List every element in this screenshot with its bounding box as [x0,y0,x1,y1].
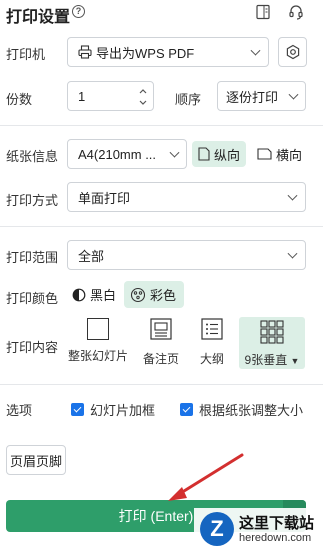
fit-paper-label: 根据纸张调整大小 [199,403,304,418]
content-label: 打印内容 [6,340,59,355]
divider [0,384,323,385]
fit-paper-checkbox[interactable]: 根据纸张调整大小 [180,400,303,419]
paper-select[interactable]: A4(210mm ... [67,139,187,169]
content-option-handout[interactable]: 9张垂直 ▼ [239,317,305,369]
header-footer-button[interactable]: 页眉页脚 [6,445,66,475]
watermark: Z 这里下载站 heredown.com [194,508,323,550]
checkbox-checked-icon[interactable] [71,403,84,416]
color-label: 打印颜色 [6,291,59,306]
printer-select[interactable]: 导出为WPS PDF [67,37,269,67]
content-option-label: 整张幻灯片 [68,349,129,363]
chevron-down-icon: ▼ [290,356,300,366]
color-color-option[interactable]: 彩色 [124,281,184,308]
landscape-label: 横向 [276,147,303,163]
orientation-landscape[interactable]: 横向 [251,141,308,167]
content-option-label: 备注页 [142,352,179,366]
options-label: 选项 [6,403,33,418]
order-value: 逐份打印 [226,89,279,105]
printer-settings-button[interactable] [278,37,307,67]
print-button-label: 打印 (Enter) [118,508,194,524]
content-option-notes[interactable]: 备注页 [139,318,183,367]
chevron-down-icon [287,190,298,201]
chevron-down-icon [169,147,180,158]
range-select[interactable]: 全部 [67,240,306,270]
color-option-label: 彩色 [150,288,177,303]
content-option-full-slide[interactable]: 整张幻灯片 [68,318,128,364]
copies-stepper[interactable]: 1 [67,81,154,111]
chevron-down-icon [250,45,261,56]
printer-value: 导出为WPS PDF [96,45,195,61]
bw-label: 黑白 [90,288,117,303]
chevron-down-icon [287,248,298,259]
mode-select[interactable]: 单面打印 [67,182,306,212]
range-value: 全部 [78,248,105,264]
watermark-logo-icon: Z [200,512,234,546]
document-icon[interactable] [255,4,271,20]
content-option-outline[interactable]: 大纲 [195,318,229,367]
chevron-down-icon [288,89,299,100]
watermark-url: heredown.com [239,532,312,544]
stepper-arrows-icon[interactable] [138,85,148,109]
landscape-page-icon [257,148,272,160]
checkbox-checked-icon[interactable] [180,403,193,416]
slide-icon [87,318,109,340]
paper-value: A4(210mm ... [78,146,157,162]
mode-label: 打印方式 [6,193,59,208]
orientation-portrait[interactable]: 纵向 [192,141,247,167]
headset-icon[interactable] [288,4,304,20]
help-icon[interactable]: ? [72,5,85,18]
color-bw-option[interactable]: 黑白 [66,281,122,308]
frame-slides-label: 幻灯片加框 [90,403,156,418]
divider [0,125,323,126]
paper-label: 纸张信息 [6,149,59,164]
content-option-label: 9张垂直 [244,353,288,367]
content-option-label: 大纲 [199,352,224,366]
watermark-name: 这里下载站 [239,515,315,532]
divider [0,226,323,227]
palette-icon [130,287,146,302]
order-select[interactable]: 逐份打印 [217,81,306,111]
notes-page-icon [150,318,172,340]
printer-icon [78,45,92,59]
hexagon-settings-icon [286,44,299,60]
portrait-page-icon [198,147,210,161]
page-title: 打印设置 [6,9,71,26]
annotation-arrow-icon [168,453,244,501]
mode-value: 单面打印 [78,190,131,206]
outline-icon [201,318,223,340]
range-label: 打印范围 [6,250,59,265]
copies-value: 1 [78,88,86,104]
half-circle-icon [72,288,86,301]
header-footer-label: 页眉页脚 [9,453,62,469]
copies-label: 份数 [6,92,33,107]
order-label: 顺序 [175,92,202,107]
frame-slides-checkbox[interactable]: 幻灯片加框 [71,400,155,419]
grid-nine-icon [260,320,284,344]
portrait-label: 纵向 [214,147,241,163]
printer-label: 打印机 [6,47,46,62]
